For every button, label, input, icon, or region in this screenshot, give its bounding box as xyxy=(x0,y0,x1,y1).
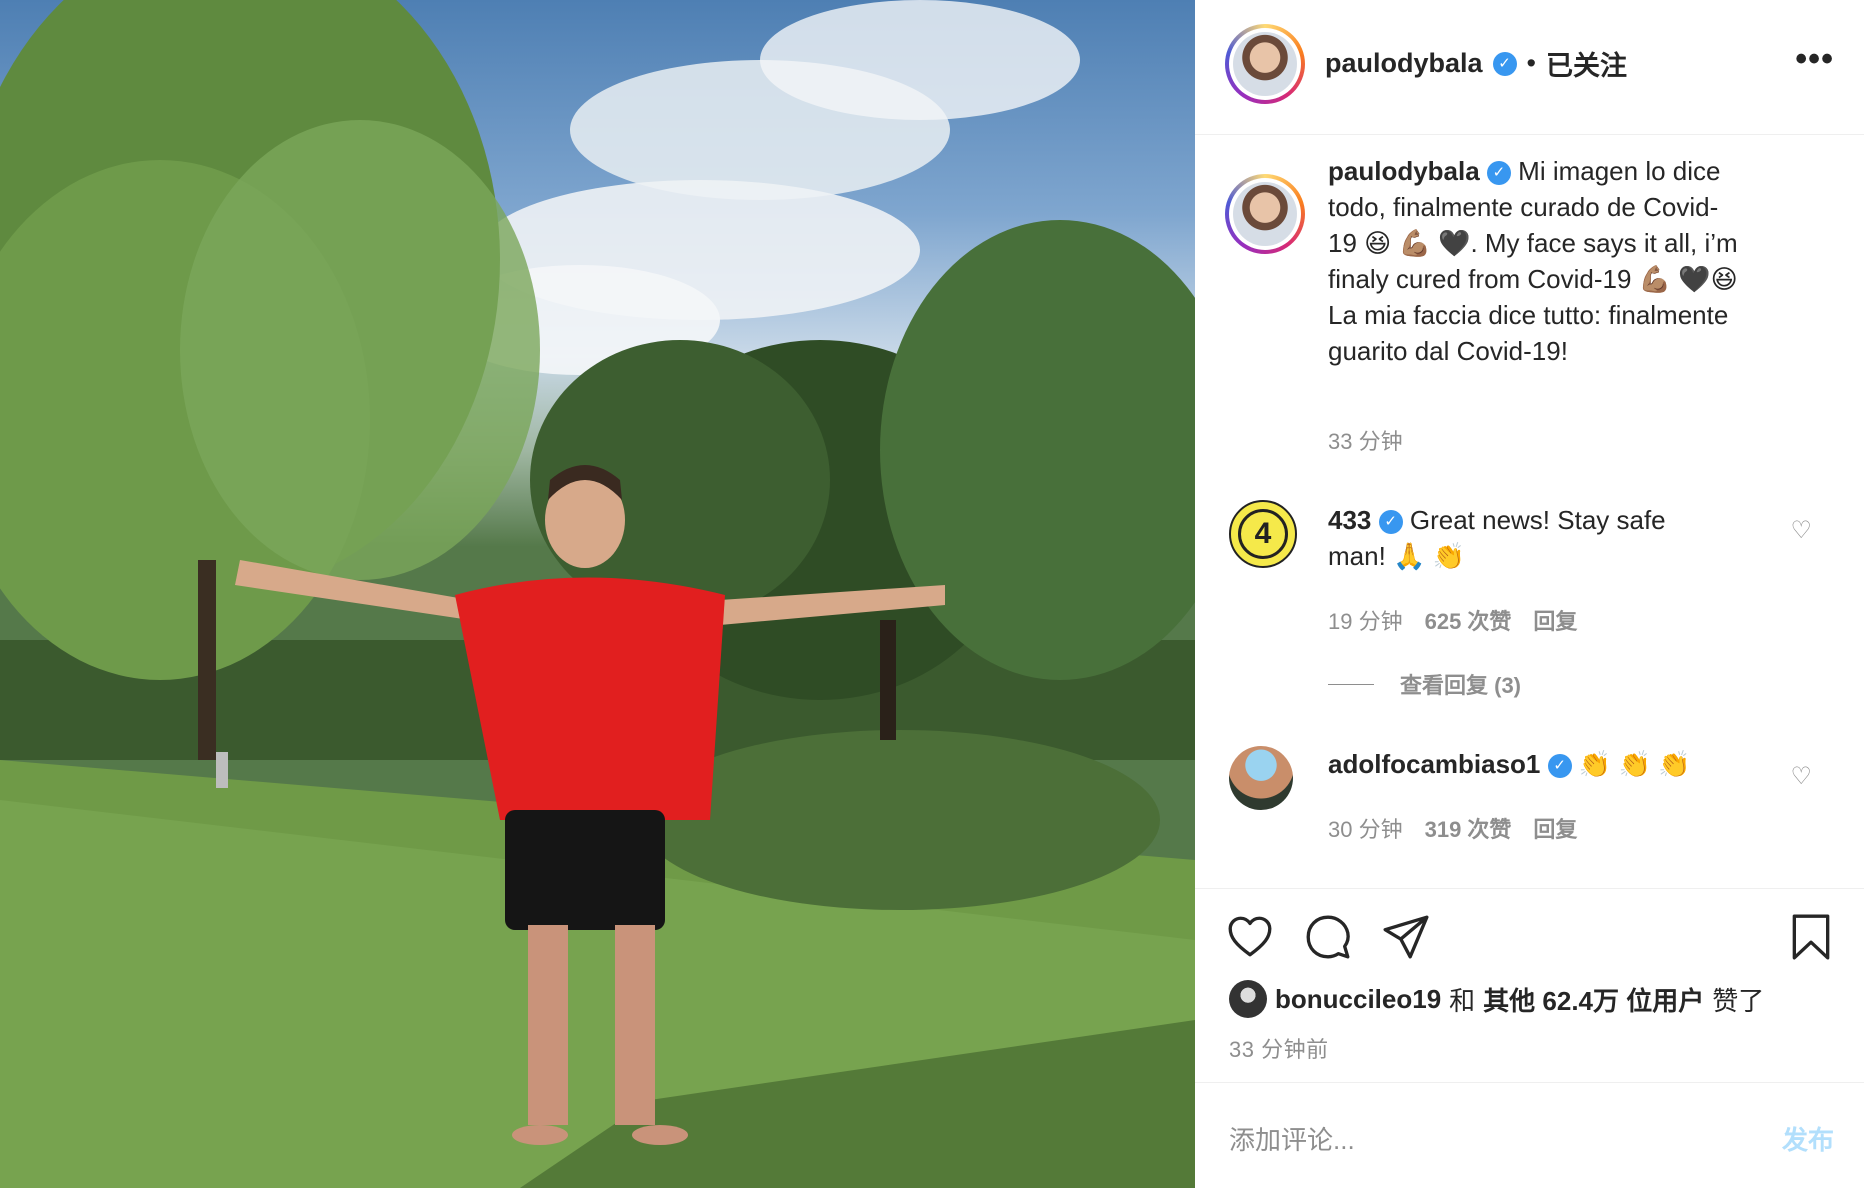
comment-adolfocambiaso1: adolfocambiaso1 ✓ 👏 👏 👏 xyxy=(1328,746,1728,782)
comment-meta: 19 分钟 625 次赞 回复 xyxy=(1328,604,1577,636)
action-bar xyxy=(1225,912,1431,962)
likes-others[interactable]: 其他 62.4万 位用户 xyxy=(1483,981,1704,1018)
comment-username[interactable]: 433 xyxy=(1328,505,1371,535)
comments-divider xyxy=(1195,888,1864,889)
view-replies-button[interactable]: 查看回复 (3) xyxy=(1328,668,1521,700)
more-horizontal-icon[interactable]: ••• xyxy=(1795,40,1834,79)
comment-like-heart-icon[interactable]: ♡ xyxy=(1790,516,1812,545)
comment-username[interactable]: adolfocambiaso1 xyxy=(1328,749,1540,779)
replies-line xyxy=(1328,683,1374,685)
comment-likes[interactable]: 319 次赞 xyxy=(1425,812,1512,844)
bookmark-icon[interactable] xyxy=(1786,912,1836,967)
post-comment-button[interactable]: 发布 xyxy=(1782,1120,1834,1157)
caption-avatar[interactable] xyxy=(1225,174,1305,254)
comment-time[interactable]: 30 分钟 xyxy=(1328,812,1403,844)
caption-username[interactable]: paulodybala xyxy=(1328,156,1480,186)
verified-badge-icon: ✓ xyxy=(1486,161,1511,186)
commenter-avatar-adolfocambiaso1[interactable] xyxy=(1229,746,1293,810)
post-header: paulodybala ✓ • 已关注 xyxy=(1325,44,1627,83)
heart-icon[interactable] xyxy=(1225,912,1275,962)
comment-meta: 30 分钟 319 次赞 回复 xyxy=(1328,812,1577,844)
author-avatar[interactable] xyxy=(1225,24,1305,104)
share-icon[interactable] xyxy=(1381,912,1431,962)
verified-badge-icon: ✓ xyxy=(1547,754,1572,779)
comment-icon[interactable] xyxy=(1303,912,1353,962)
comment-like-heart-icon[interactable]: ♡ xyxy=(1790,762,1812,791)
author-username[interactable]: paulodybala xyxy=(1325,48,1483,79)
comment-433: 433 ✓ Great news! Stay safe man! 🙏 👏 xyxy=(1328,502,1728,574)
likes-and: 和 xyxy=(1449,985,1476,1016)
liker-username[interactable]: bonuccileo19 xyxy=(1275,984,1441,1015)
comment-text: 👏 👏 👏 xyxy=(1578,749,1691,779)
verified-badge-icon: ✓ xyxy=(1492,51,1517,76)
caption: paulodybala ✓ Mi imagen lo dice todo, fi… xyxy=(1328,153,1738,369)
liker-avatar[interactable] xyxy=(1229,980,1267,1018)
likes-liked: 赞了 xyxy=(1712,985,1765,1016)
comment-text: Great news! Stay safe man! 🙏 👏 xyxy=(1328,505,1666,571)
comment-likes[interactable]: 625 次赞 xyxy=(1425,604,1512,636)
header-separator: • xyxy=(1526,48,1536,78)
comment-box-divider xyxy=(1195,1082,1864,1083)
follow-status-button[interactable]: 已关注 xyxy=(1546,44,1627,83)
header-divider xyxy=(1195,134,1864,135)
comment-time[interactable]: 19 分钟 xyxy=(1328,604,1403,636)
caption-text: Mi imagen lo dice todo, finalmente curad… xyxy=(1328,156,1738,366)
likes-summary: bonuccileo19 和 其他 62.4万 位用户 赞了 xyxy=(1229,980,1764,1018)
reply-button[interactable]: 回复 xyxy=(1533,604,1577,636)
post-photo[interactable] xyxy=(0,0,1195,1188)
caption-time[interactable]: 33 分钟 xyxy=(1328,424,1403,456)
photo-scene xyxy=(0,0,1195,1188)
commenter-avatar-433[interactable]: 4 xyxy=(1229,500,1297,568)
verified-badge-icon: ✓ xyxy=(1378,510,1403,535)
reply-button[interactable]: 回复 xyxy=(1533,812,1577,844)
post-panel: paulodybala ✓ • 已关注 ••• paulodybala ✓ Mi… xyxy=(1195,0,1864,1188)
view-replies-label: 查看回复 (3) xyxy=(1400,673,1522,698)
post-time[interactable]: 33 分钟前 xyxy=(1229,1032,1329,1064)
add-comment-input[interactable]: 添加评论... xyxy=(1229,1120,1355,1157)
